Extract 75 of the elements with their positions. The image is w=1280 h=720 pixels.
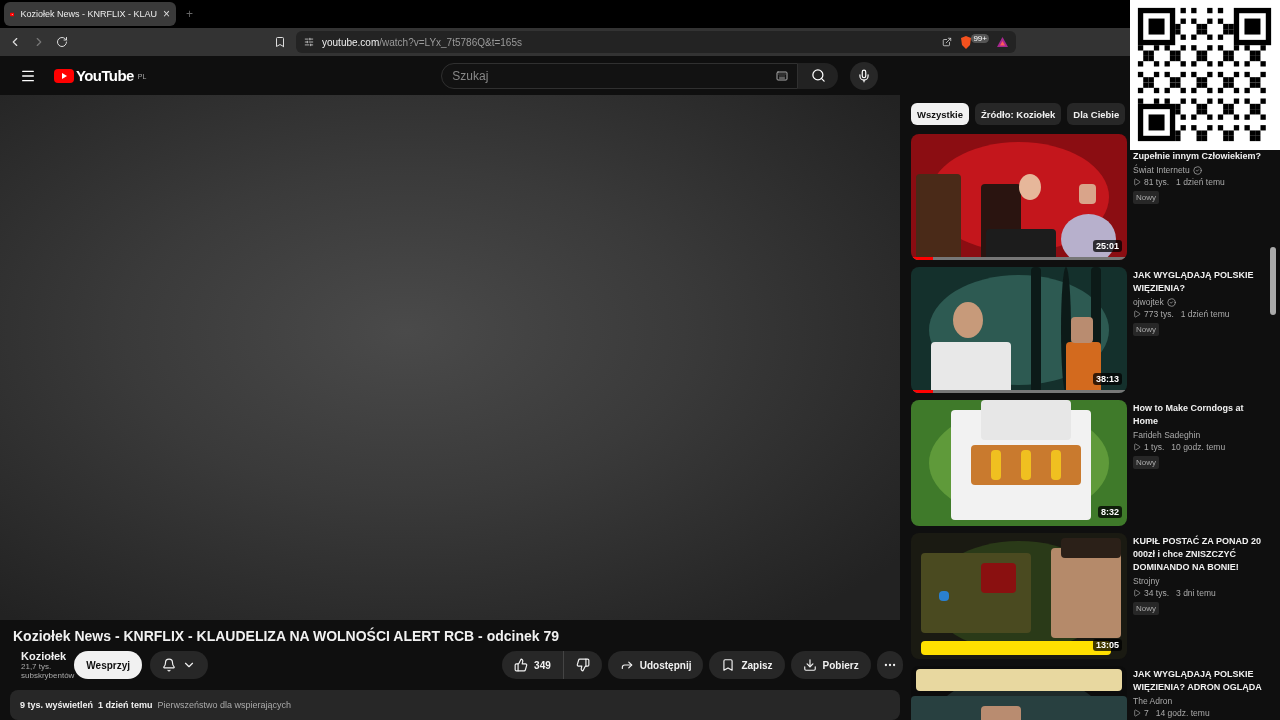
members-first-note: Pierwszeństwo dla wspierających (157, 700, 292, 711)
search-field[interactable]: Szukaj (441, 62, 799, 89)
address-field[interactable]: youtube.com/watch?v=LYx_7t5786Q&t=165s 99+ (296, 31, 1016, 53)
bell-icon (162, 658, 177, 673)
download-icon (802, 658, 817, 673)
play-icon (1133, 443, 1141, 451)
channel-name[interactable]: Farideh Sadeghin (1133, 430, 1201, 440)
close-tab-button[interactable]: × (163, 7, 170, 21)
support-button[interactable]: Wesprzyj (74, 651, 143, 680)
filter-chip[interactable]: Dla Ciebie (1067, 103, 1126, 125)
upload-age: 14 godz. temu (1155, 708, 1210, 718)
recommended-video-title[interactable]: JAK WYGLĄDAJĄ POLSKIE WIĘZIENIA? ADRON OGLĄDA (1133, 668, 1269, 694)
scrollbar-thumb (1270, 247, 1276, 315)
new-badge: Nowy (1133, 323, 1159, 336)
video-duration: 38:13 (1092, 373, 1122, 385)
play-icon (1133, 178, 1141, 186)
notifications-button[interactable] (150, 651, 209, 680)
microphone-icon (857, 68, 872, 83)
upload-age: 10 godz. temu (1171, 442, 1226, 452)
recommended-video-title[interactable]: How to Make Corndogs at Home (1133, 402, 1269, 428)
play-icon (1133, 310, 1141, 318)
recommended-video-title[interactable]: Zupełnie innym Człowiekiem? (1133, 150, 1269, 163)
recommended-video-title[interactable]: JAK WYGLĄDAJĄ POLSKIE WIĘZIENIA? (1133, 269, 1269, 295)
youtube-logo[interactable]: YouTube (76, 67, 134, 84)
view-count: 81 tys. (1144, 177, 1170, 187)
shield-count-badge: 99+ (971, 33, 989, 43)
search-icon (810, 68, 826, 83)
subscriber-count: 21,7 tys. subskrybentów (21, 662, 75, 681)
recommended-video-title[interactable]: KUPIŁ POSTAĆ ZA PONAD 20 000zł i chce ZNISZCZYĆ DOMINANDO NA BONIE! (1133, 535, 1269, 574)
video-duration: 13:05 (1092, 639, 1122, 651)
channel-name[interactable]: The Adron (1133, 696, 1173, 706)
like-button[interactable]: 349 (502, 651, 564, 680)
new-badge: Nowy (1133, 191, 1159, 204)
download-button[interactable]: Pobierz (790, 651, 871, 680)
site-settings-icon (304, 37, 314, 47)
channel-name[interactable]: Koziołek (21, 650, 75, 663)
open-external-button[interactable] (942, 37, 953, 47)
keyboard-icon[interactable] (776, 69, 789, 82)
new-badge: Nowy (1133, 456, 1159, 469)
browser-tab[interactable]: Koziołek News - KNRFLIX - KLAU × (4, 2, 176, 26)
dislike-button[interactable] (563, 651, 602, 680)
new-badge: Nowy (1133, 602, 1159, 615)
bookmark-button[interactable] (274, 36, 286, 48)
upload-age: 1 dzień temu (1180, 309, 1230, 319)
upload-age: 3 dni temu (1176, 588, 1216, 598)
brave-shield-icon[interactable] (960, 35, 973, 49)
filter-chip[interactable]: Źródło: Koziołek (974, 103, 1062, 125)
channel-name[interactable]: Strojny (1133, 576, 1160, 586)
reload-button[interactable] (56, 36, 68, 48)
view-count: 1 tys. (1144, 442, 1165, 452)
thumbs-down-icon (575, 658, 590, 673)
view-count: 34 tys. (1144, 588, 1170, 598)
filter-chip[interactable]: Wszystkie (911, 103, 969, 125)
view-count: 7 (1144, 708, 1149, 718)
channel-name[interactable]: Świat Internetu (1133, 165, 1190, 175)
play-icon (1133, 589, 1141, 597)
search-button[interactable] (798, 62, 839, 89)
upload-date: 1 dzień temu (98, 700, 153, 711)
channel-name[interactable]: ojwojtek (1133, 297, 1164, 307)
voice-search-button[interactable] (850, 61, 879, 90)
play-icon (1133, 709, 1141, 717)
video-duration: 25:01 (1092, 240, 1122, 252)
rewards-icon[interactable] (997, 37, 1008, 47)
share-button[interactable]: Udostępnij (607, 651, 704, 680)
bookmark-icon (721, 658, 736, 673)
new-tab-button[interactable]: + (186, 7, 193, 21)
video-title: Koziołek News - KNRFLIX - KLAUDELIZA NA WOLNOŚCI ALERT RCB - odcinek 79 (13, 628, 561, 645)
video-duration: 8:32 (1098, 506, 1122, 518)
save-button[interactable]: Zapisz (709, 651, 785, 680)
tab-title: Koziołek News - KNRFLIX - KLAU (20, 9, 157, 19)
upload-age: 1 dzień temu (1176, 177, 1225, 187)
view-count: 9 tys. wyświetleń (20, 700, 94, 711)
youtube-logo-icon[interactable] (54, 68, 74, 83)
thumbs-up-icon (514, 658, 529, 673)
view-count: 773 tys. (1144, 309, 1174, 319)
